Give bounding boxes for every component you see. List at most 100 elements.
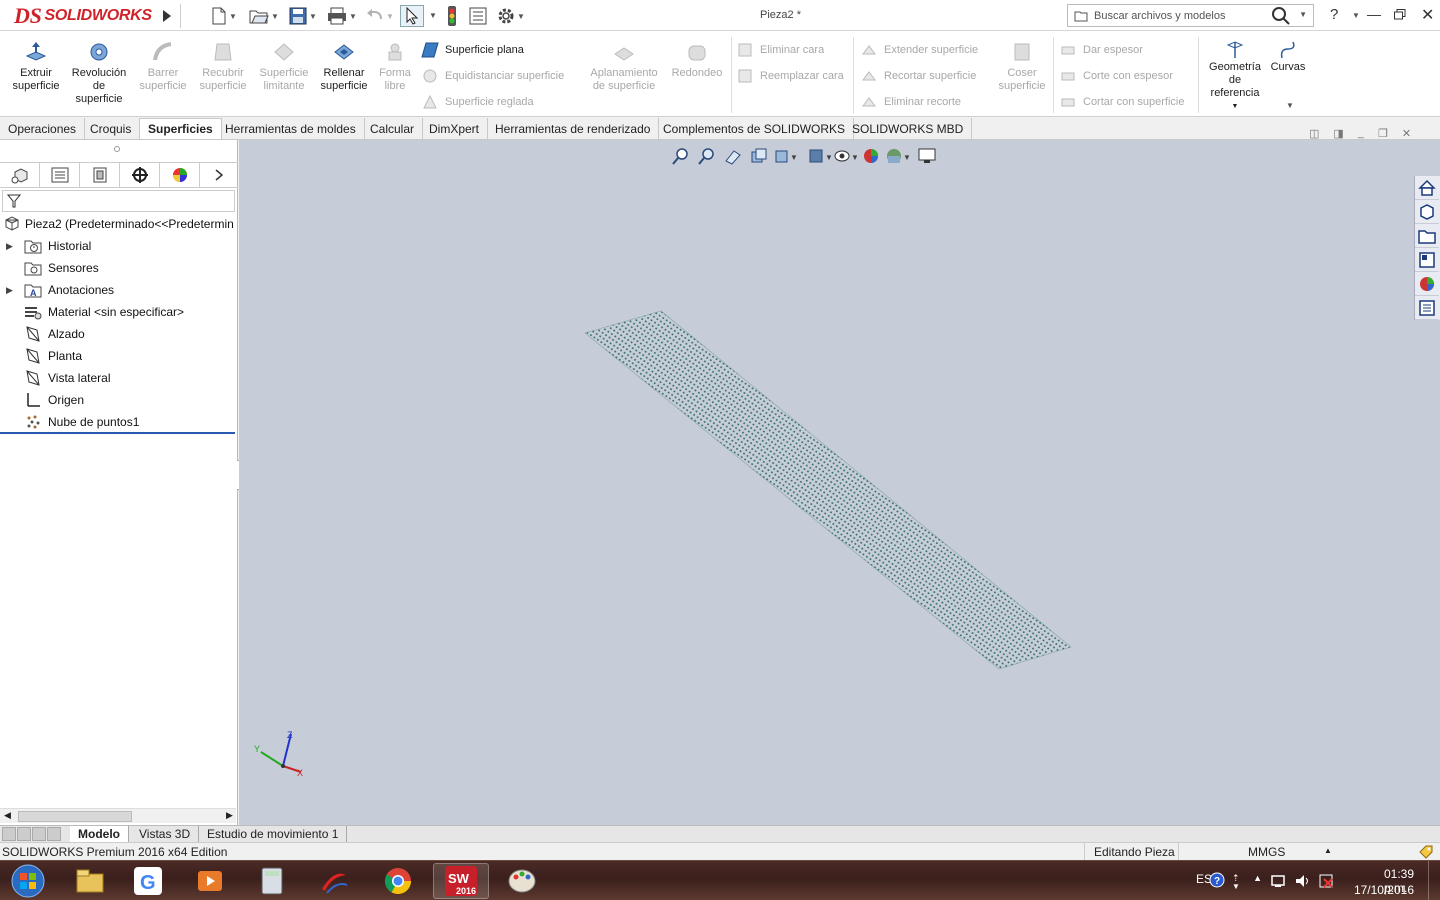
help-tray-icon[interactable]: ?	[1209, 872, 1225, 888]
taskbar-media-player[interactable]	[182, 863, 238, 899]
extend-surface-button[interactable]: Extender superficie	[860, 41, 978, 59]
replace-face-button[interactable]: Reemplazar cara	[736, 67, 844, 85]
tree-item-nube[interactable]: Nube de puntos1	[0, 412, 236, 432]
tab-complementos[interactable]: Complementos de SOLIDWORKS	[655, 118, 855, 139]
tab-operaciones[interactable]: Operaciones	[0, 118, 86, 139]
view-back-icon[interactable]: ◫	[1309, 127, 1319, 140]
help-dropdown-caret[interactable]: ▼	[1352, 11, 1360, 20]
view-orientation-button[interactable]: ▼	[773, 145, 797, 167]
zoom-to-area-button[interactable]	[695, 145, 719, 167]
first-tab-icon[interactable]	[2, 827, 16, 841]
tree-root-part[interactable]: Pieza2 (Predeterminado<<Predetermin	[0, 214, 236, 234]
view-settings-button[interactable]: ▼	[917, 145, 941, 167]
select-button[interactable]	[400, 5, 424, 27]
view-palette-tab[interactable]	[1415, 248, 1439, 272]
tree-filter-input[interactable]	[2, 190, 235, 212]
revolve-surface-button[interactable]: Revolución de superficie	[68, 39, 130, 106]
expand-arrow-icon[interactable]: ▶	[6, 241, 16, 252]
clock-date[interactable]: 17/10/2016	[1354, 883, 1414, 897]
rebuild-button[interactable]	[443, 5, 461, 27]
view-forward-icon[interactable]: ◨	[1333, 127, 1343, 140]
flatten-surface-button[interactable]: Aplanamiento de superficie	[586, 39, 662, 93]
select-dropdown-caret[interactable]: ▼	[429, 11, 437, 20]
display-manager-tab[interactable]	[160, 163, 200, 187]
delete-face-button[interactable]: Eliminar cara	[736, 41, 824, 59]
tree-item-historial[interactable]: ▶ Historial	[0, 236, 236, 256]
options-button[interactable]: ▼	[494, 5, 528, 27]
untrim-surface-button[interactable]: Eliminar recorte	[860, 93, 961, 111]
dimxpert-manager-tab[interactable]	[120, 163, 160, 187]
curves-dropdown-caret[interactable]: ▼	[1286, 101, 1294, 110]
tab-vistas-3d[interactable]: Vistas 3D	[131, 826, 200, 842]
freeform-button[interactable]: Forma libre	[376, 39, 414, 93]
horizontal-scrollbar[interactable]: ◀ ▶	[0, 808, 236, 823]
panel-collapse-handle[interactable]	[114, 146, 120, 152]
file-properties-button[interactable]	[467, 5, 489, 27]
appearances-tab[interactable]	[1415, 272, 1439, 296]
action-center-tray-icon[interactable]	[1318, 873, 1336, 889]
scrollbar-thumb[interactable]	[18, 811, 132, 822]
tab-croquis[interactable]: Croquis	[82, 118, 141, 139]
minimize-button[interactable]: —	[1367, 6, 1381, 22]
tree-item-planta[interactable]: Planta	[0, 346, 236, 366]
tree-item-anotaciones[interactable]: ▶ A Anotaciones	[0, 280, 236, 300]
previous-tab-icon[interactable]	[17, 827, 31, 841]
previous-view-button[interactable]	[721, 145, 745, 167]
tab-calcular[interactable]: Calcular	[362, 118, 424, 139]
tree-item-material[interactable]: Material <sin especificar>	[0, 302, 236, 322]
design-library-tab[interactable]	[1415, 200, 1439, 224]
tree-item-vista[interactable]: Vista lateral	[0, 368, 236, 388]
solidworks-logo[interactable]: DS SOLIDWORKS	[14, 3, 152, 29]
viewport-minimize-button[interactable]: _	[1358, 127, 1364, 140]
offset-surface-button[interactable]: Equidistanciar superficie	[421, 67, 564, 85]
viewport-restore-button[interactable]: ❐	[1378, 127, 1388, 140]
knit-surface-button[interactable]: Coser superficie	[996, 39, 1048, 93]
tab-superficies[interactable]: Superficies	[139, 118, 222, 139]
custom-properties-tab[interactable]	[1415, 296, 1439, 320]
point-cloud-surface[interactable]	[579, 305, 1079, 675]
status-units[interactable]: MMGS	[1248, 845, 1285, 859]
edit-appearance-button[interactable]	[859, 145, 883, 167]
start-button[interactable]	[2, 863, 54, 899]
keyboard-caret-tray-icon[interactable]: ⇡▼	[1231, 872, 1243, 890]
panel-tabs-scroll-right[interactable]	[200, 163, 238, 187]
new-document-button[interactable]: ▼	[207, 5, 241, 27]
zoom-to-fit-button[interactable]	[669, 145, 693, 167]
reference-geometry-button[interactable]: Geometría de referencia ▼	[1204, 41, 1266, 113]
taskbar-solidworks[interactable]: SW 2016	[433, 863, 489, 899]
planar-surface-button[interactable]: Superficie plana	[421, 41, 524, 59]
expand-arrow-icon[interactable]: ▶	[6, 285, 16, 296]
graphics-area[interactable]: ◫ ◨ _ ❐ ✕ ▼ ▼ ▼ ▼ ▼	[239, 127, 1440, 825]
save-button[interactable]: ▼	[285, 5, 321, 27]
taskbar-file-explorer[interactable]	[62, 863, 118, 899]
next-tab-icon[interactable]	[32, 827, 46, 841]
hide-show-items-button[interactable]: ▼	[833, 145, 857, 167]
search-box[interactable]: Buscar archivos y modelos ▼	[1067, 4, 1314, 27]
feature-manager-tab[interactable]	[0, 163, 40, 187]
section-view-button[interactable]	[747, 145, 771, 167]
show-desktop-button[interactable]	[1428, 861, 1440, 900]
apply-scene-button[interactable]: ▼	[885, 145, 909, 167]
taskbar-app-red[interactable]	[306, 863, 362, 899]
restore-button[interactable]	[1394, 9, 1406, 20]
ruled-surface-button[interactable]: Superficie reglada	[421, 93, 534, 111]
viewport-close-button[interactable]: ✕	[1402, 127, 1411, 140]
fill-surface-button[interactable]: Rellenar superficie	[317, 39, 371, 93]
tab-modelo[interactable]: Modelo	[70, 826, 129, 842]
help-button[interactable]: ?	[1330, 6, 1338, 23]
rollback-bar[interactable]	[0, 432, 235, 434]
taskbar-google[interactable]: G	[120, 863, 176, 899]
last-tab-icon[interactable]	[47, 827, 61, 841]
fillet-button[interactable]: Redondeo	[668, 39, 726, 80]
print-button[interactable]: ▼	[324, 5, 360, 27]
extrude-surface-button[interactable]: Extruir superficie	[10, 39, 62, 93]
thicken-button[interactable]: Dar espesor	[1059, 41, 1143, 59]
surface-cut-button[interactable]: Cortar con superficie	[1059, 93, 1185, 111]
thickened-cut-button[interactable]: Corte con espesor	[1059, 67, 1173, 85]
tree-item-alzado[interactable]: Alzado	[0, 324, 236, 344]
tab-herramientas-de-moldes[interactable]: Herramientas de moldes	[217, 118, 365, 139]
solidworks-resources-tab[interactable]	[1415, 176, 1439, 200]
close-button[interactable]: ✕	[1421, 5, 1434, 25]
tag-icon[interactable]	[1418, 844, 1434, 860]
tree-item-sensores[interactable]: Sensores	[0, 258, 236, 278]
